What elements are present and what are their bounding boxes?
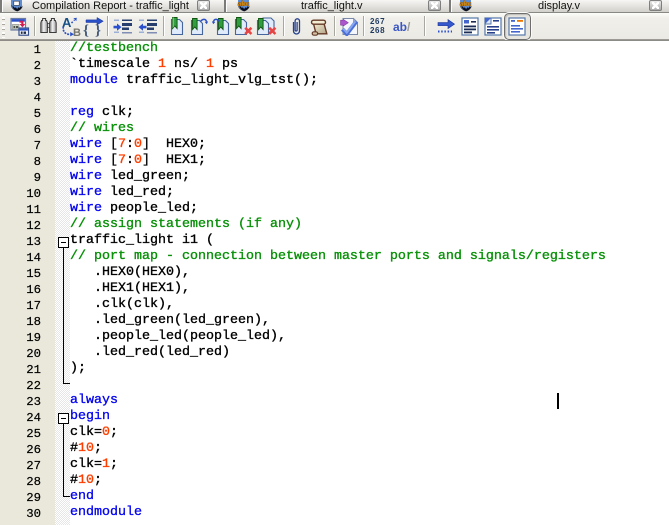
svg-text:}: }	[95, 23, 101, 37]
svg-text:B: B	[73, 27, 81, 37]
svg-text:abc: abc	[459, 1, 471, 8]
svg-text:{: {	[83, 23, 89, 37]
svg-text:abc: abc	[237, 1, 249, 8]
